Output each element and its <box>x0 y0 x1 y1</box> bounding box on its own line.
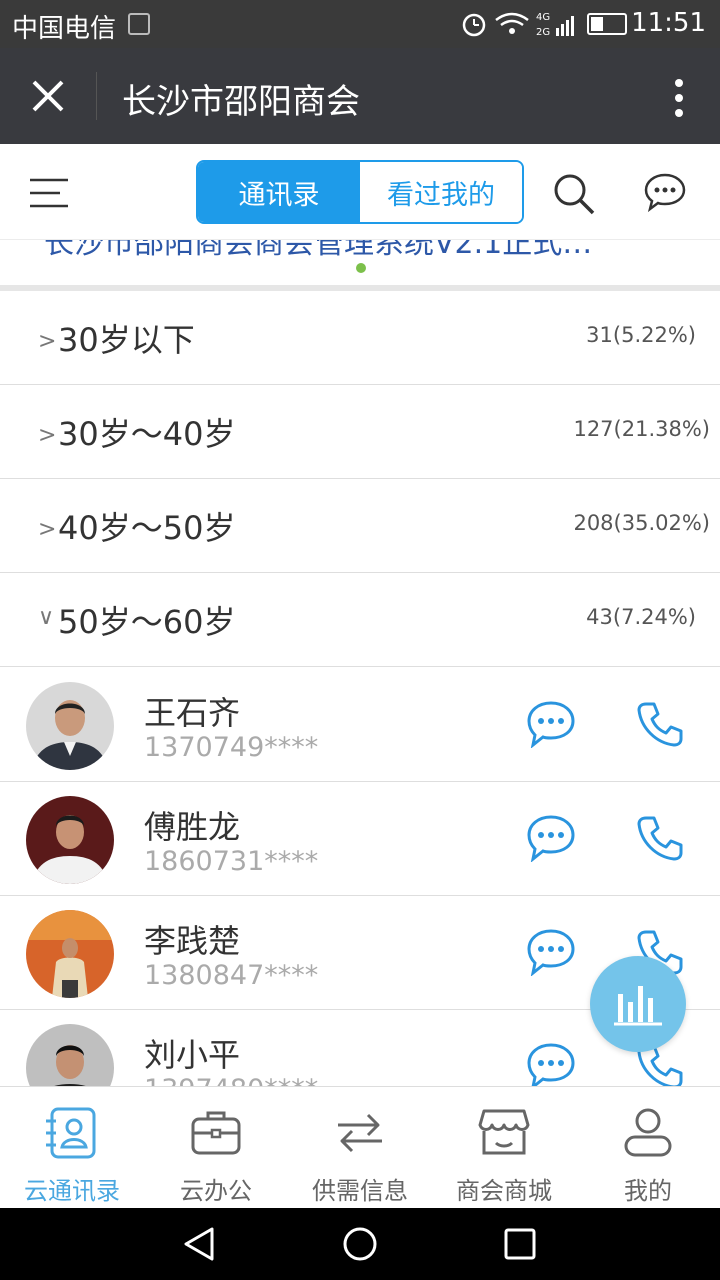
view-segmented-control: 通讯录 看过我的 <box>196 160 524 224</box>
member-phone: 1397480**** <box>144 1074 318 1086</box>
title-bar: 长沙市邵阳商会 <box>0 48 720 144</box>
more-vertical-icon[interactable] <box>674 78 684 118</box>
store-icon <box>478 1109 530 1155</box>
member-phone: 1370749**** <box>144 732 319 763</box>
tab-mine[interactable]: 我的 <box>576 1087 720 1208</box>
tab-label: 我的 <box>624 1177 672 1205</box>
user-icon <box>624 1108 672 1157</box>
age-group-row[interactable]: > 30岁～40岁 127(21.38%) <box>0 385 720 479</box>
tab-label: 云办公 <box>180 1177 252 1205</box>
page-title: 长沙市邵阳商会 <box>122 82 360 122</box>
avatar <box>26 682 114 770</box>
close-icon[interactable] <box>28 76 68 116</box>
age-group-count: 208(35.02%) <box>573 511 710 535</box>
age-group-label: 50岁～60岁 <box>58 603 236 641</box>
age-group-count: 127(21.38%) <box>573 417 710 441</box>
message-icon[interactable] <box>526 814 576 862</box>
message-icon[interactable] <box>526 1042 576 1086</box>
member-name: 李践楚 <box>144 922 241 960</box>
statistics-fab-button[interactable] <box>590 956 686 1052</box>
carrier-label: 中国电信 <box>12 14 117 44</box>
tab-contacts[interactable]: 通讯录 <box>198 162 360 222</box>
page-indicator-dot <box>356 263 366 273</box>
announcement-marquee[interactable]: 长沙市邵阳商会商会管理系统V2.1正式… <box>0 240 720 286</box>
member-name: 王石齐 <box>144 694 241 732</box>
avatar <box>26 1024 114 1086</box>
bar-chart-icon <box>614 986 662 1026</box>
status-bar: 中国电信 4G 2G 11:51 <box>0 0 720 48</box>
tab-label: 商会商城 <box>456 1177 552 1205</box>
system-navigation-bar <box>0 1208 720 1280</box>
home-icon[interactable] <box>342 1226 378 1262</box>
age-group-row[interactable]: > 30岁以下 31(5.22%) <box>0 291 720 385</box>
age-group-label: 40岁～50岁 <box>58 509 236 547</box>
avatar <box>26 796 114 884</box>
age-group-row[interactable]: > 40岁～50岁 208(35.02%) <box>0 479 720 573</box>
chevron-right-icon: > <box>38 517 57 542</box>
message-icon[interactable] <box>526 928 576 976</box>
phone-icon[interactable] <box>636 814 684 862</box>
member-phone: 1860731**** <box>144 846 319 877</box>
title-divider <box>96 72 97 120</box>
exchange-icon <box>338 1113 382 1153</box>
announcement-text: 长沙市邵阳商会商会管理系统V2.1正式… <box>44 240 593 261</box>
member-phone: 1380847**** <box>144 960 319 991</box>
age-group-label: 30岁以下 <box>58 321 195 359</box>
tab-chamber-mall[interactable]: 商会商城 <box>432 1087 576 1208</box>
phone-icon[interactable] <box>636 700 684 748</box>
age-group-label: 30岁～40岁 <box>58 415 236 453</box>
menu-icon[interactable] <box>30 178 68 208</box>
tab-cloud-office[interactable]: 云办公 <box>144 1087 288 1208</box>
member-row[interactable]: 王石齐 1370749**** <box>0 668 720 782</box>
member-name: 刘小平 <box>144 1036 241 1074</box>
svg-text:2G: 2G <box>536 27 550 38</box>
briefcase-icon <box>191 1111 241 1155</box>
network-type-label: 4G <box>536 12 550 23</box>
age-group-count: 43(7.24%) <box>586 605 696 629</box>
tab-cloud-contacts[interactable]: 云通讯录 <box>0 1087 144 1208</box>
chevron-right-icon: > <box>38 423 57 448</box>
member-name: 傅胜龙 <box>144 808 241 846</box>
clock: 11:51 <box>631 8 706 38</box>
chevron-down-icon: ∨ <box>38 605 55 630</box>
contacts-icon <box>46 1107 96 1159</box>
chat-bubble-icon[interactable] <box>644 172 686 212</box>
chevron-right-icon: > <box>38 329 57 354</box>
bottom-tab-bar: 云通讯录 云办公 供需信息 商会商城 我的 <box>0 1086 720 1208</box>
tab-supply-demand[interactable]: 供需信息 <box>288 1087 432 1208</box>
message-icon[interactable] <box>526 700 576 748</box>
member-row[interactable]: 傅胜龙 1860731**** <box>0 782 720 896</box>
tab-label: 供需信息 <box>312 1177 408 1205</box>
avatar <box>26 910 114 998</box>
tab-visitors[interactable]: 看过我的 <box>360 162 522 222</box>
age-group-row[interactable]: ∨ 50岁～60岁 43(7.24%) <box>0 573 720 667</box>
image-notification-icon <box>128 13 150 35</box>
back-icon[interactable] <box>182 1226 218 1262</box>
recent-apps-icon[interactable] <box>504 1228 536 1260</box>
tab-label: 云通讯录 <box>24 1177 120 1205</box>
age-group-count: 31(5.22%) <box>586 323 696 347</box>
toolbar: 通讯录 看过我的 <box>0 144 720 240</box>
status-icons: 4G 2G <box>462 12 627 38</box>
search-icon[interactable] <box>552 172 596 216</box>
